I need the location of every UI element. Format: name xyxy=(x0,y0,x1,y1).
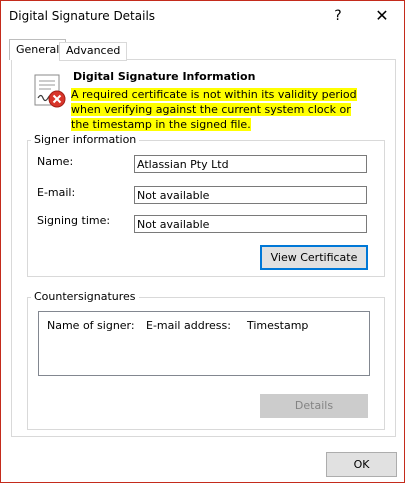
column-header-email[interactable]: E-mail address: xyxy=(146,319,231,332)
tab-advanced[interactable]: Advanced xyxy=(59,42,128,61)
name-label: Name: xyxy=(37,155,74,168)
tab-general[interactable]: General xyxy=(9,39,67,60)
signature-warning-icon xyxy=(34,74,66,108)
email-label: E-mail: xyxy=(37,186,76,199)
close-icon[interactable]: ✕ xyxy=(367,4,397,28)
countersignatures-group-label: Countersignatures xyxy=(31,290,139,303)
signing-time-label: Signing time: xyxy=(37,214,111,227)
help-icon[interactable]: ? xyxy=(327,4,349,28)
column-header-signer-name[interactable]: Name of signer: xyxy=(47,319,135,332)
warning-highlight: A required certificate is not within its… xyxy=(71,88,357,131)
column-header-timestamp[interactable]: Timestamp xyxy=(247,319,308,332)
signing-time-field[interactable]: Not available xyxy=(134,215,367,233)
view-certificate-button[interactable]: View Certificate xyxy=(260,245,368,270)
name-field[interactable]: Atlassian Pty Ltd xyxy=(134,155,367,173)
signer-info-group-label: Signer information xyxy=(31,133,140,146)
details-button: Details xyxy=(260,394,368,418)
window-title: Digital Signature Details xyxy=(9,9,156,23)
dialog-window: Digital Signature Details ? ✕ General Ad… xyxy=(0,0,405,483)
validity-warning-text: A required certificate is not within its… xyxy=(71,87,371,132)
ok-button[interactable]: OK xyxy=(326,452,397,477)
signature-info-title: Digital Signature Information xyxy=(73,70,256,83)
title-bar: Digital Signature Details ? ✕ xyxy=(1,1,404,32)
email-field[interactable]: Not available xyxy=(134,186,367,204)
